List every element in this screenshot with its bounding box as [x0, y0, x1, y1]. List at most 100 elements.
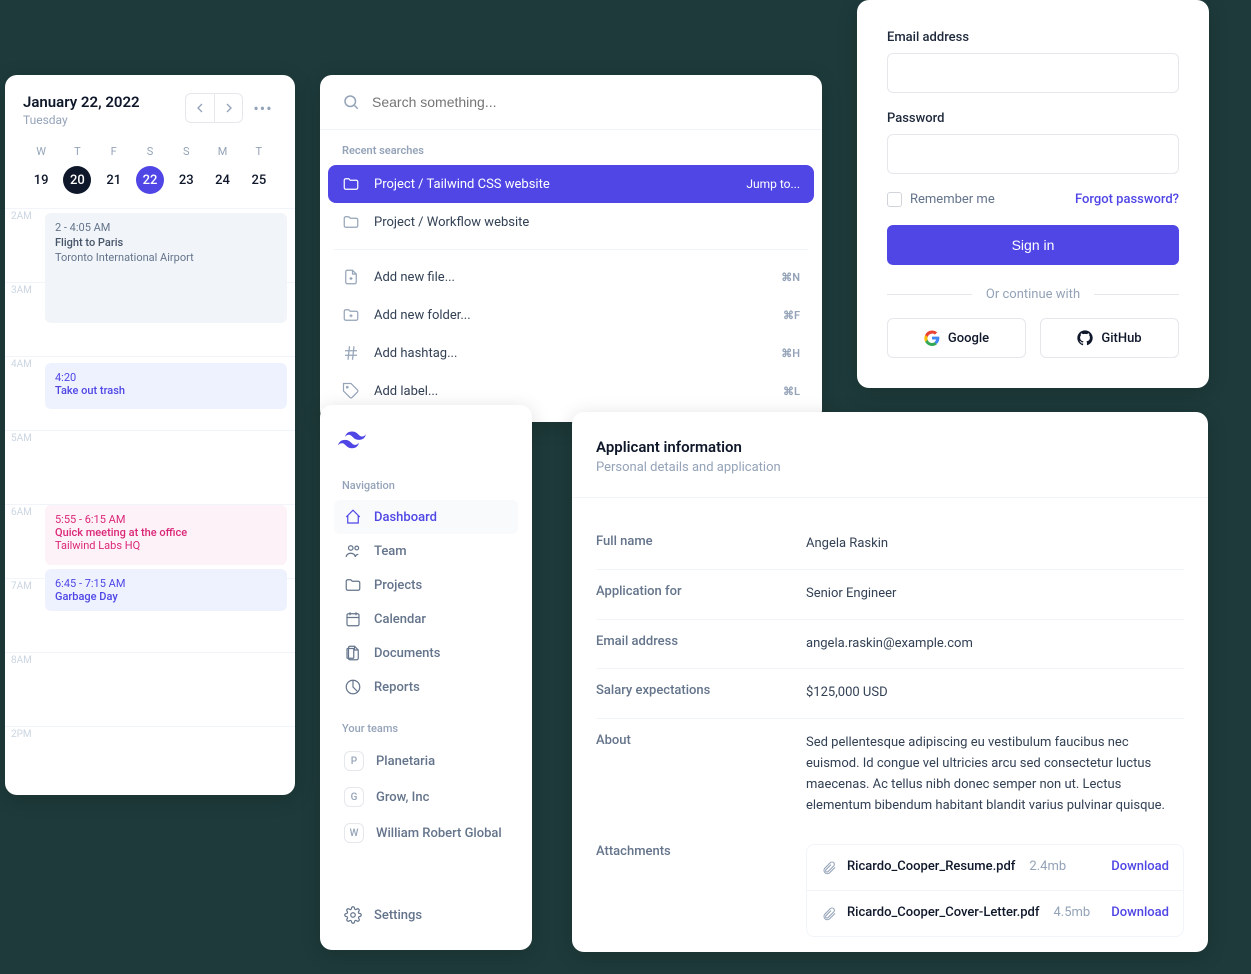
- event-subtitle: Toronto International Airport: [55, 251, 277, 264]
- day-number: 19: [27, 166, 55, 194]
- calendar-prev-button[interactable]: [186, 94, 214, 122]
- team-badge: W: [344, 823, 364, 843]
- sidebar-item-reports[interactable]: Reports: [334, 670, 518, 704]
- document-icon: [344, 644, 362, 662]
- calendar-day[interactable]: T25: [241, 145, 277, 194]
- calendar-day[interactable]: M24: [205, 145, 241, 194]
- continue-with-label: Or continue with: [986, 287, 1080, 302]
- sidebar-item-dashboard[interactable]: Dashboard: [334, 500, 518, 534]
- detail-row: AboutSed pellentesque adipiscing eu vest…: [596, 719, 1184, 830]
- email-field[interactable]: [887, 53, 1179, 93]
- team-badge: G: [344, 787, 364, 807]
- home-icon: [344, 508, 362, 526]
- recent-searches-label: Recent searches: [320, 130, 822, 165]
- detail-key: Full name: [596, 534, 806, 555]
- keyboard-shortcut: ⌘H: [781, 347, 800, 360]
- gear-icon: [344, 906, 362, 924]
- forgot-password-link[interactable]: Forgot password?: [1075, 192, 1179, 207]
- sign-in-button[interactable]: Sign in: [887, 225, 1179, 265]
- sidebar-panel: Navigation DashboardTeamProjectsCalendar…: [320, 405, 532, 950]
- keyboard-shortcut: ⌘L: [783, 385, 800, 398]
- sidebar-item-settings[interactable]: Settings: [334, 898, 518, 932]
- remember-me-checkbox[interactable]: Remember me: [887, 192, 995, 207]
- team-label: Planetaria: [376, 754, 435, 769]
- team-label: William Robert Global: [376, 826, 502, 841]
- keyboard-shortcut: ⌘F: [783, 309, 800, 322]
- calendar-event[interactable]: 4:20Take out trash: [45, 363, 287, 409]
- search-input[interactable]: [372, 94, 800, 110]
- calendar-day[interactable]: T20: [59, 145, 95, 194]
- sidebar-item-calendar[interactable]: Calendar: [334, 602, 518, 636]
- action-label: Add hashtag...: [374, 346, 457, 361]
- day-number: 20: [63, 166, 91, 194]
- password-label: Password: [887, 111, 1179, 126]
- recent-search-item[interactable]: Project / Workflow website: [320, 203, 822, 241]
- detail-row: Email addressangela.raskin@example.com: [596, 620, 1184, 670]
- calendar-next-button[interactable]: [214, 94, 242, 122]
- calendar-day[interactable]: S23: [168, 145, 204, 194]
- social-label: GitHub: [1101, 331, 1141, 346]
- detail-key: Application for: [596, 584, 806, 605]
- users-icon: [344, 542, 362, 560]
- action-item[interactable]: Add new folder...⌘F: [320, 296, 822, 334]
- calendar-icon: [344, 610, 362, 628]
- login-panel: Email address Password Remember me Forgo…: [857, 0, 1209, 388]
- day-letter: S: [132, 145, 168, 158]
- calendar-day[interactable]: F21: [96, 145, 132, 194]
- action-item[interactable]: Add new file...⌘N: [320, 258, 822, 296]
- calendar-more-button[interactable]: •••: [249, 99, 277, 118]
- social-label: Google: [948, 331, 989, 346]
- attachment-size: 4.5mb: [1053, 903, 1090, 924]
- recent-item-label: Project / Workflow website: [374, 215, 529, 230]
- chart-icon: [344, 678, 362, 696]
- github-icon: [1077, 330, 1093, 346]
- detail-key: Salary expectations: [596, 683, 806, 704]
- sidebar-item-team[interactable]: Team: [334, 534, 518, 568]
- social-login-google[interactable]: Google: [887, 318, 1026, 358]
- applicant-details-panel: Applicant information Personal details a…: [572, 412, 1208, 952]
- sidebar-item-documents[interactable]: Documents: [334, 636, 518, 670]
- calendar-date: January 22, 2022: [23, 93, 140, 111]
- calendar-event[interactable]: 5:55 - 6:15 AMQuick meeting at the offic…: [45, 505, 287, 565]
- calendar-event[interactable]: 6:45 - 7:15 AMGarbage Day: [45, 569, 287, 611]
- team-badge: P: [344, 751, 364, 771]
- calendar-event[interactable]: 2 - 4:05 AMFlight to ParisToronto Intern…: [45, 213, 287, 323]
- detail-key: Email address: [596, 634, 806, 655]
- download-link[interactable]: Download: [1111, 903, 1169, 924]
- day-letter: W: [23, 145, 59, 158]
- team-item[interactable]: W William Robert Global: [334, 815, 518, 851]
- sidebar-item-projects[interactable]: Projects: [334, 568, 518, 602]
- hour-label: 6AM: [5, 505, 41, 578]
- details-subtitle: Personal details and application: [596, 460, 1184, 475]
- action-label: Add new file...: [374, 270, 455, 285]
- action-item[interactable]: Add hashtag... ⌘H: [320, 334, 822, 372]
- detail-key: About: [596, 733, 806, 816]
- recent-search-item[interactable]: Project / Tailwind CSS websiteJump to...: [328, 165, 814, 203]
- tag-icon: [342, 382, 360, 400]
- download-link[interactable]: Download: [1111, 857, 1169, 878]
- team-item[interactable]: G Grow, Inc: [334, 779, 518, 815]
- recent-item-label: Project / Tailwind CSS website: [374, 177, 550, 192]
- detail-row: Salary expectations$125,000 USD: [596, 669, 1184, 719]
- calendar-day[interactable]: W 19: [23, 145, 59, 194]
- detail-value: Angela Raskin: [806, 534, 1184, 555]
- detail-value: Senior Engineer: [806, 584, 1184, 605]
- paperclip-icon: [821, 860, 837, 876]
- password-field[interactable]: [887, 134, 1179, 174]
- folder-icon: [342, 213, 360, 231]
- social-login-github[interactable]: GitHub: [1040, 318, 1179, 358]
- sidebar-item-label: Documents: [374, 646, 440, 661]
- detail-value: $125,000 USD: [806, 683, 1184, 704]
- event-time: 2 - 4:05 AM: [55, 221, 277, 234]
- attachments-label: Attachments: [596, 844, 806, 937]
- team-label: Grow, Inc: [376, 790, 429, 805]
- search-icon: [342, 93, 360, 111]
- team-item[interactable]: P Planetaria: [334, 743, 518, 779]
- event-subtitle: Tailwind Labs HQ: [55, 539, 277, 552]
- hour-label: 3AM: [5, 283, 41, 356]
- attachment-row: Ricardo_Cooper_Cover-Letter.pdf4.5mbDown…: [807, 890, 1183, 936]
- calendar-day[interactable]: S 22: [132, 145, 168, 194]
- day-number: 24: [209, 166, 237, 194]
- day-number: 22: [136, 166, 164, 194]
- day-letter: T: [241, 145, 277, 158]
